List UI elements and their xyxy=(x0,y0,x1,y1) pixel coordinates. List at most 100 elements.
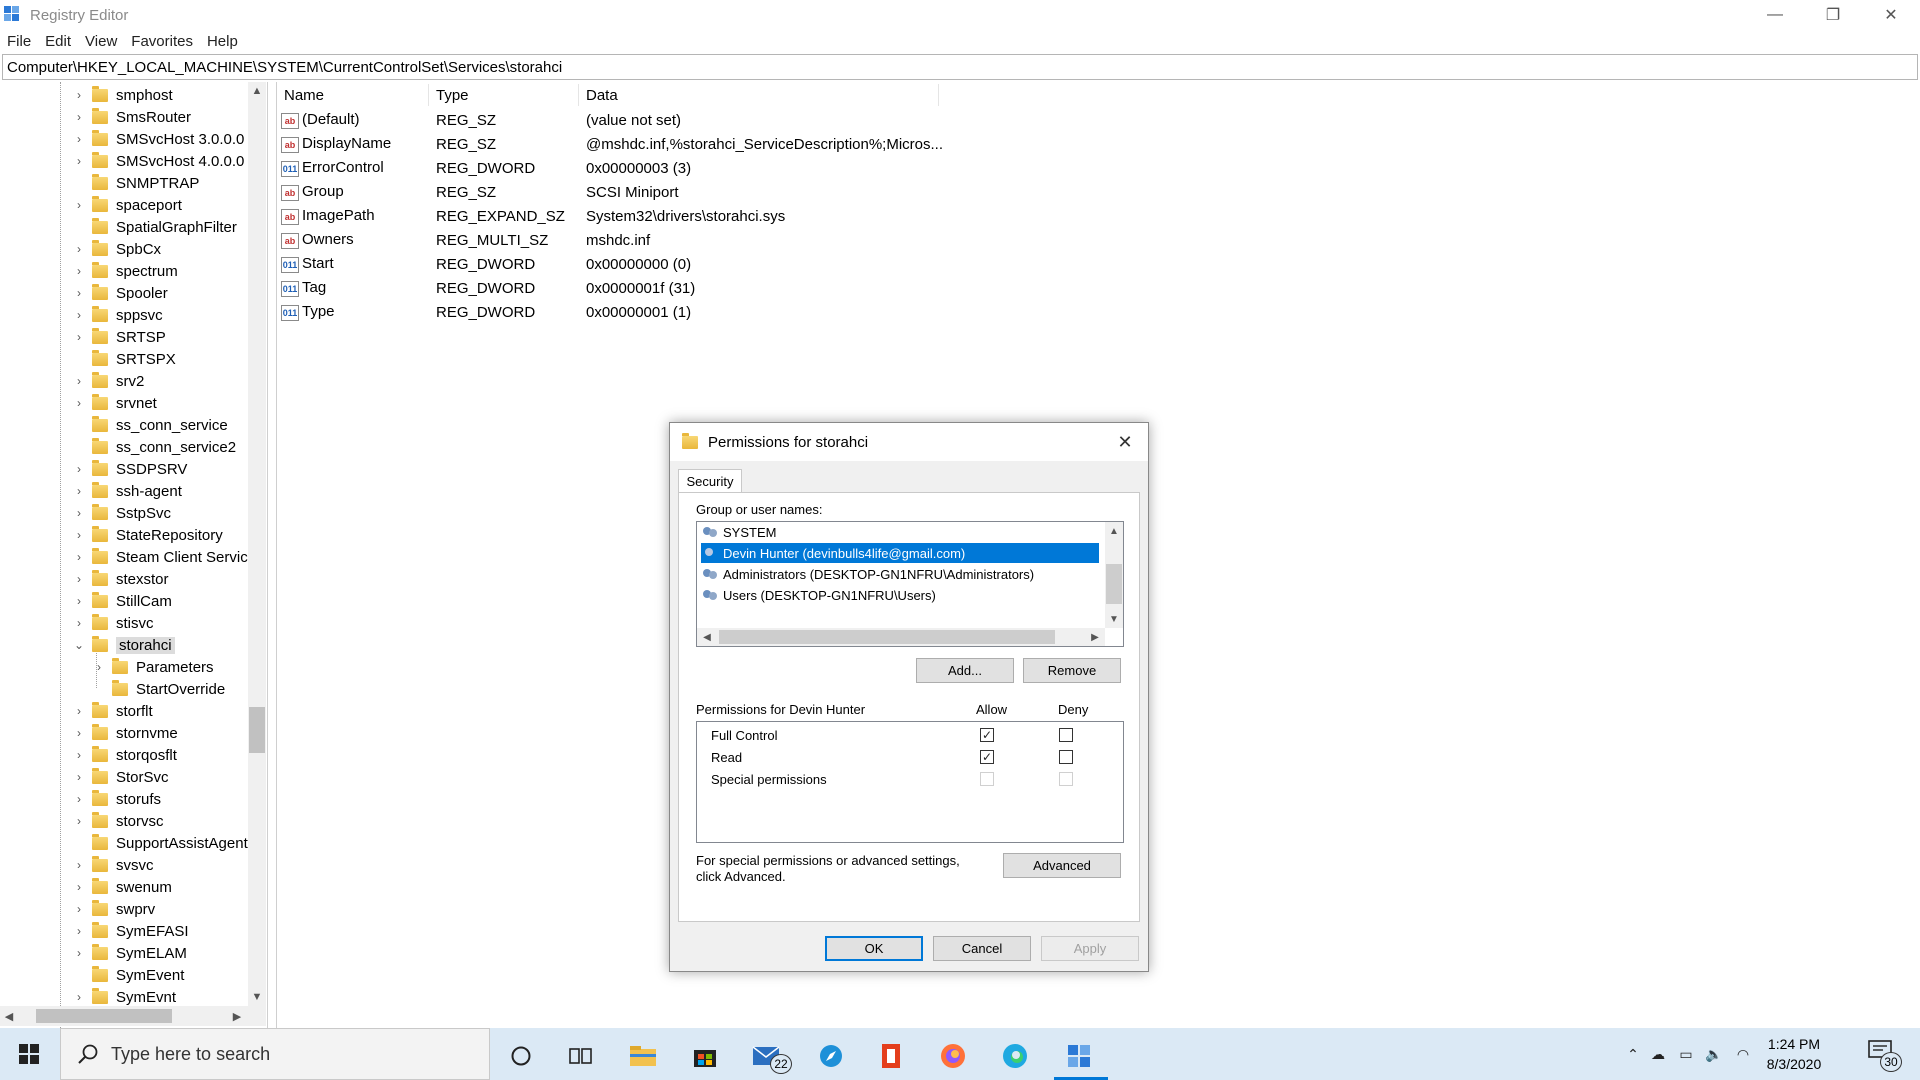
value-row[interactable]: 011 Start REG_DWORD 0x00000000 (0) xyxy=(281,252,941,276)
tree-item[interactable]: SymEvent xyxy=(72,964,184,986)
menu-help[interactable]: Help xyxy=(200,33,245,50)
tree-vertical-scrollbar[interactable]: ▲ ▼ xyxy=(248,82,266,1006)
tree-item[interactable]: › stornvme xyxy=(72,722,178,744)
menu-favorites[interactable]: Favorites xyxy=(124,33,200,50)
full-control-deny-checkbox[interactable] xyxy=(1059,728,1073,742)
close-button[interactable]: ✕ xyxy=(1862,0,1920,30)
firefox-icon[interactable] xyxy=(928,1036,978,1076)
tree-item[interactable]: › SymEvnt xyxy=(72,986,176,1008)
tree-item[interactable]: SpatialGraphFilter xyxy=(72,216,237,238)
menu-view[interactable]: View xyxy=(78,33,124,50)
value-row[interactable]: ab Owners REG_MULTI_SZ mshdc.inf xyxy=(281,228,941,252)
clock[interactable]: 1:24 PM 8/3/2020 xyxy=(1752,1034,1836,1074)
start-button[interactable] xyxy=(0,1028,58,1080)
list-item[interactable]: Users (DESKTOP-GN1NFRU\Users) xyxy=(701,585,936,605)
chevron-right-icon[interactable]: › xyxy=(72,550,86,564)
dialog-close-icon[interactable]: ✕ xyxy=(1112,429,1138,455)
user-list-vscroll[interactable]: ▲ ▼ xyxy=(1105,522,1123,628)
office-icon[interactable] xyxy=(866,1036,916,1076)
notification-center-icon[interactable]: 30 xyxy=(1864,1038,1902,1072)
onedrive-icon[interactable]: ☁ xyxy=(1644,1046,1672,1063)
tree-item[interactable]: › swenum xyxy=(72,876,172,898)
chevron-left-icon[interactable]: ◀ xyxy=(699,629,715,645)
tree-item[interactable]: › Spooler xyxy=(72,282,168,304)
chevron-right-icon[interactable]: › xyxy=(72,572,86,586)
value-row[interactable]: 011 ErrorControl REG_DWORD 0x00000003 (3) xyxy=(281,156,941,180)
chevron-right-icon[interactable]: › xyxy=(72,330,86,344)
chevron-right-icon[interactable]: › xyxy=(72,154,86,168)
registry-editor-taskbar-icon[interactable] xyxy=(1054,1036,1104,1076)
chevron-right-icon[interactable]: › xyxy=(72,880,86,894)
tab-security[interactable]: Security xyxy=(678,469,742,493)
remove-button[interactable]: Remove xyxy=(1023,658,1121,683)
list-item[interactable]: SYSTEM xyxy=(701,522,776,542)
address-bar[interactable]: Computer\HKEY_LOCAL_MACHINE\SYSTEM\Curre… xyxy=(2,54,1918,80)
tree-item[interactable]: › smphost xyxy=(72,84,173,106)
apply-button[interactable]: Apply xyxy=(1041,936,1139,961)
scroll-right-arrow-icon[interactable]: ▶ xyxy=(228,1006,246,1026)
menu-file[interactable]: File xyxy=(0,33,38,50)
tree-item[interactable]: › storqosflt xyxy=(72,744,177,766)
tree-item[interactable]: ⌄ storahci xyxy=(72,634,175,656)
tree-item[interactable]: › srvnet xyxy=(72,392,157,414)
value-row[interactable]: 011 Tag REG_DWORD 0x0000001f (31) xyxy=(281,276,941,300)
read-allow-checkbox[interactable]: ✓ xyxy=(980,750,994,764)
scroll-down-arrow-icon[interactable]: ▼ xyxy=(248,988,266,1006)
add-button[interactable]: Add... xyxy=(916,658,1014,683)
value-row[interactable]: ab (Default) REG_SZ (value not set) xyxy=(281,108,941,132)
scroll-thumb[interactable] xyxy=(249,707,265,753)
chevron-right-icon[interactable]: › xyxy=(72,506,86,520)
chevron-up-icon[interactable]: ⌃ xyxy=(1622,1046,1644,1063)
value-row[interactable]: 011 Type REG_DWORD 0x00000001 (1) xyxy=(281,300,941,324)
list-item-selected[interactable]: Devin Hunter (devinbulls4life@gmail.com) xyxy=(701,543,1099,563)
tree-item[interactable]: SNMPTRAP xyxy=(72,172,199,194)
tree-item[interactable]: › SymEFASI xyxy=(72,920,189,942)
edge-icon[interactable] xyxy=(990,1036,1040,1076)
column-header-type[interactable]: Type xyxy=(429,84,579,106)
tree-item[interactable]: › storvsc xyxy=(72,810,164,832)
tree-item[interactable]: › storflt xyxy=(72,700,153,722)
tree-item[interactable]: › stisvc xyxy=(72,612,154,634)
chevron-right-icon[interactable]: › xyxy=(72,858,86,872)
chevron-right-icon[interactable]: › xyxy=(72,704,86,718)
tree-item[interactable]: › SRTSP xyxy=(72,326,166,348)
column-header-data[interactable]: Data xyxy=(579,84,939,106)
chevron-right-icon[interactable]: › xyxy=(72,484,86,498)
chevron-right-icon[interactable]: › xyxy=(72,132,86,146)
chevron-down-icon[interactable]: ⌄ xyxy=(72,638,86,652)
chevron-right-icon[interactable]: › xyxy=(72,748,86,762)
tree-item[interactable]: › spectrum xyxy=(72,260,178,282)
chevron-right-icon[interactable]: › xyxy=(72,242,86,256)
chevron-right-icon[interactable]: › xyxy=(72,594,86,608)
value-row[interactable]: ab Group REG_SZ SCSI Miniport xyxy=(281,180,941,204)
chevron-right-icon[interactable]: › xyxy=(72,616,86,630)
chevron-right-icon[interactable]: › xyxy=(72,198,86,212)
chevron-right-icon[interactable]: › xyxy=(72,528,86,542)
tree-item[interactable]: › srv2 xyxy=(72,370,144,392)
store-icon[interactable] xyxy=(680,1036,730,1076)
chevron-right-icon[interactable]: › xyxy=(72,792,86,806)
tree-item[interactable]: › Parameters xyxy=(92,656,214,678)
list-item[interactable]: Administrators (DESKTOP-GN1NFRU\Administ… xyxy=(701,564,1034,584)
value-row[interactable]: ab DisplayName REG_SZ @mshdc.inf,%storahci_… xyxy=(281,132,943,156)
file-explorer-icon[interactable] xyxy=(618,1036,668,1076)
tree-item[interactable]: › StorSvc xyxy=(72,766,169,788)
user-list-hthumb[interactable] xyxy=(719,630,1055,644)
ok-button[interactable]: OK xyxy=(825,936,923,961)
tree-item[interactable]: › svsvc xyxy=(72,854,154,876)
tree-item[interactable]: › sppsvc xyxy=(72,304,163,326)
chevron-right-icon[interactable]: › xyxy=(72,814,86,828)
scroll-up-arrow-icon[interactable]: ▲ xyxy=(248,82,266,100)
task-view-icon[interactable] xyxy=(556,1036,606,1076)
chevron-right-icon[interactable]: › xyxy=(72,264,86,278)
full-control-allow-checkbox[interactable]: ✓ xyxy=(980,728,994,742)
menu-edit[interactable]: Edit xyxy=(38,33,78,50)
tree-item[interactable]: › StillCam xyxy=(72,590,172,612)
tree-horizontal-scrollbar[interactable]: ◀ ▶ xyxy=(0,1006,266,1026)
user-list-hscroll[interactable]: ◀ ▶ xyxy=(697,628,1105,646)
chevron-right-icon[interactable]: › xyxy=(72,110,86,124)
cortana-icon[interactable] xyxy=(496,1036,546,1076)
tree-item[interactable]: › SMSvcHost 3.0.0.0 xyxy=(72,128,244,150)
tree-item[interactable]: ss_conn_service xyxy=(72,414,228,436)
advanced-button[interactable]: Advanced xyxy=(1003,853,1121,878)
